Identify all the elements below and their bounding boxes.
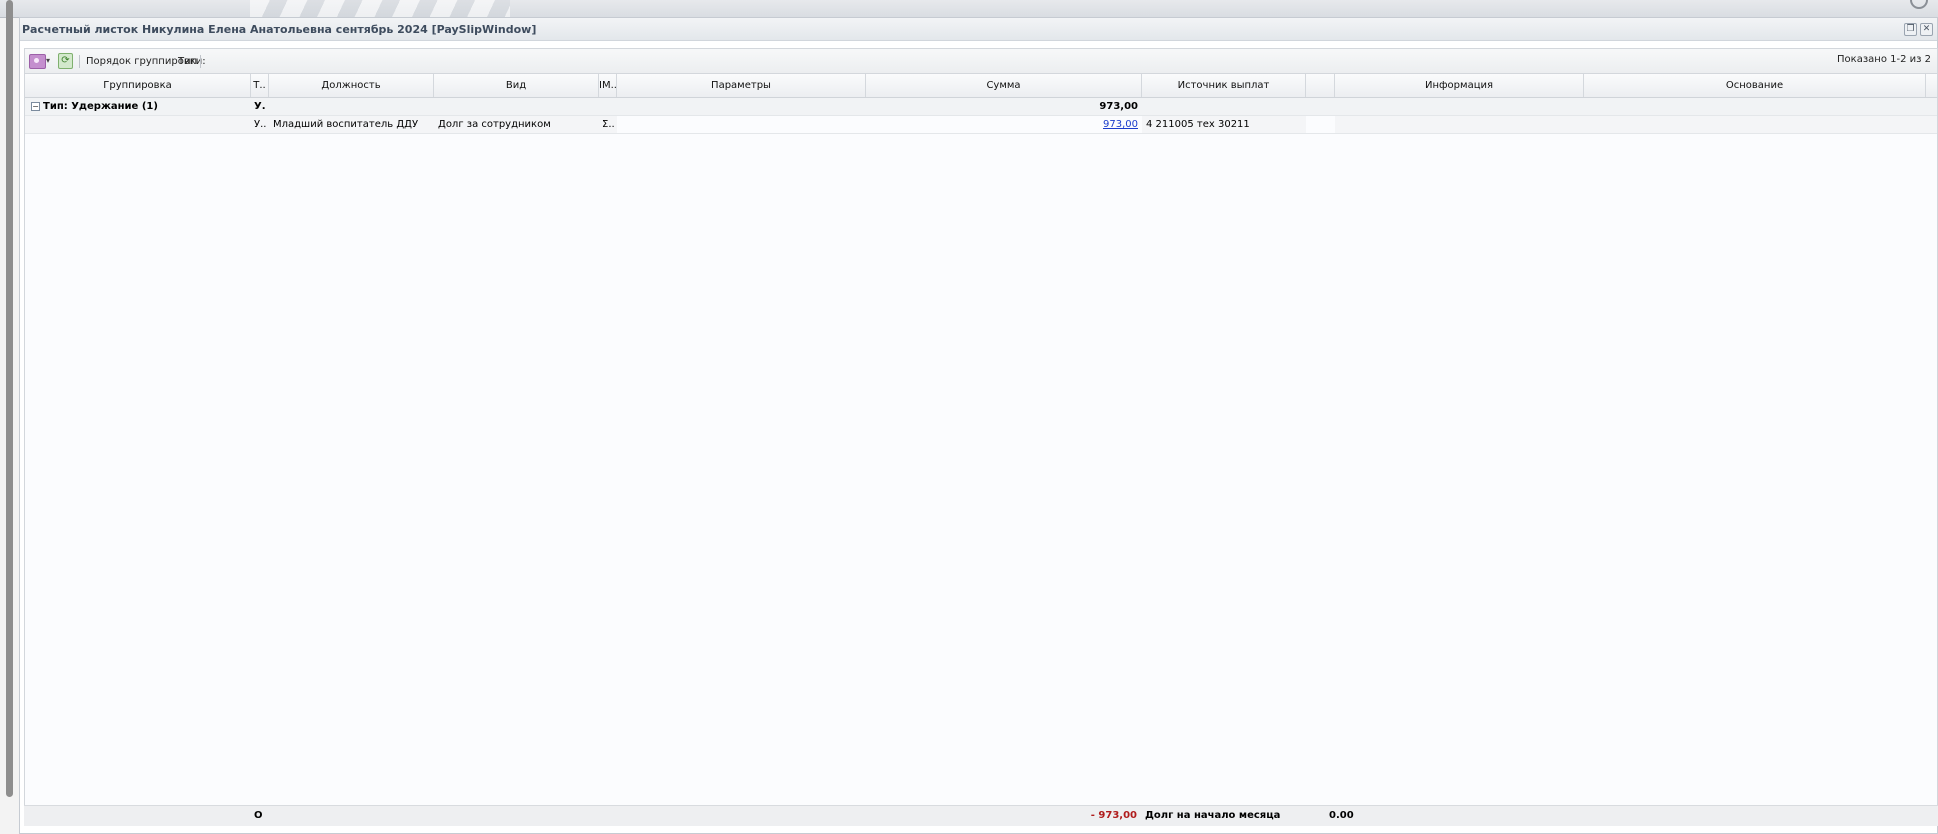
group-sum: 973,00 [1099, 101, 1138, 112]
row-blank [1306, 116, 1335, 133]
row-sum-link[interactable]: 973,00 [1103, 119, 1138, 130]
debt-start-label: Долг на начало месяца [1145, 810, 1281, 821]
actions-menu-button[interactable] [29, 54, 46, 69]
summary-sum: - 973,00 [1090, 810, 1137, 821]
close-icon[interactable]: ✕ [1920, 23, 1933, 36]
col-header-basis[interactable]: Основание [1584, 74, 1926, 97]
group-label: Тип: Удержание (1) [43, 101, 158, 112]
payslip-window: Расчетный листок Никулина Елена Анатолье… [19, 17, 1938, 834]
row-type: У.. [254, 119, 267, 130]
col-header-position[interactable]: Должность [269, 74, 434, 97]
col-header-im[interactable]: IM.. [599, 74, 617, 97]
row-sum-cell: 973,00 [866, 116, 1142, 133]
col-header-blank[interactable] [1306, 74, 1335, 97]
group-type: У. [254, 101, 266, 112]
col-header-sum[interactable]: Сумма [866, 74, 1142, 97]
col-header-params[interactable]: Параметры [617, 74, 866, 97]
col-header-kind[interactable]: Вид [434, 74, 599, 97]
row-kind: Долг за сотрудником [438, 119, 551, 130]
help-icon[interactable] [1910, 0, 1928, 9]
grid-header: Группировка Т.. Должность Вид IM.. Парам… [25, 74, 1937, 98]
restore-icon[interactable]: ❐ [1904, 23, 1917, 36]
col-header-source[interactable]: Источник выплат [1142, 74, 1306, 97]
debt-start-value: 0.00 [1329, 810, 1354, 821]
summary-label: О [254, 810, 263, 821]
table-row[interactable]: У.. Младший воспитатель ДДУ Долг за сотр… [25, 116, 1937, 134]
payslip-grid: Группировка Т.. Должность Вид IM.. Парам… [24, 73, 1938, 826]
group-row[interactable]: − Тип: Удержание (1) У. 973,00 [25, 98, 1937, 116]
row-params [617, 116, 866, 133]
top-strip [0, 0, 1938, 18]
grouping-order-value[interactable]: Тип [178, 56, 197, 67]
window-titlebar[interactable]: Расчетный листок Никулина Елена Анатолье… [20, 18, 1937, 41]
row-source: 4 211005 тех 30211 [1146, 119, 1250, 130]
col-header-type[interactable]: Т.. [251, 74, 269, 97]
grid-summary-row: О - 973,00 Долг на начало месяца 0.00 [24, 805, 1938, 826]
window-title: Расчетный листок Никулина Елена Анатолье… [22, 23, 537, 36]
chevron-down-icon[interactable]: ▾ [46, 56, 50, 65]
row-im: Σ.. [602, 119, 615, 130]
decorative-stripes [250, 0, 510, 17]
grid-toolbar: ▾ ⟳ Порядок группировки: Тип Показано 1-… [24, 48, 1938, 74]
records-shown-count: Показано 1-2 из 2 [1837, 54, 1931, 65]
col-header-info[interactable]: Информация [1335, 74, 1584, 97]
refresh-icon[interactable]: ⟳ [58, 53, 73, 69]
row-position: Младший воспитатель ДДУ [273, 119, 419, 130]
left-scrollbar[interactable] [6, 0, 13, 797]
toolbar-separator [200, 55, 201, 68]
toolbar-separator [79, 55, 80, 68]
col-header-grouping[interactable]: Группировка [25, 74, 251, 97]
